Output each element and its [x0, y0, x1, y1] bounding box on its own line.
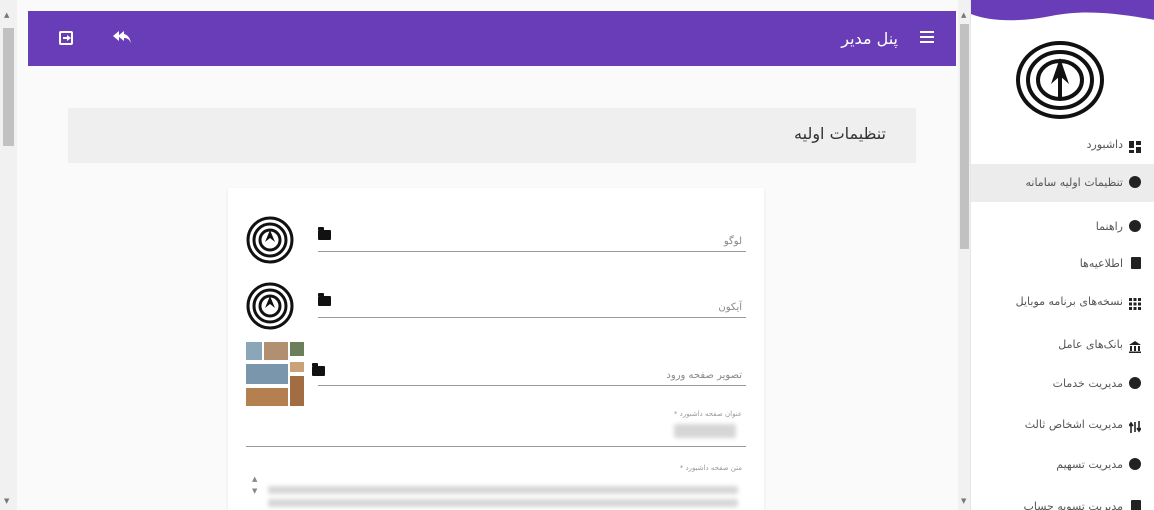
settings-form-card: لوگو آیکون تصویر صفحه ورود عنوان صفحه دا… [228, 188, 764, 510]
page-header: تنظیمات اولیه [68, 108, 916, 163]
sidebar-item-label: تنظیمات اولیه سامانه [1025, 176, 1124, 189]
share-icon [1129, 458, 1141, 470]
settings-circle-icon [1129, 176, 1141, 188]
icon-preview-image [246, 282, 294, 330]
textarea-scroll-up-icon[interactable]: ▲ [252, 476, 257, 483]
login-image-upload-field[interactable]: تصویر صفحه ورود [246, 340, 746, 406]
login-image-label: تصویر صفحه ورود [666, 370, 742, 381]
panel-title: پنل مدیر [841, 29, 898, 48]
sidebar-item-label: مدیریت اشخاص ثالث [1024, 418, 1123, 431]
logo-upload-field[interactable]: لوگو [246, 216, 746, 264]
login-image-field-underline [318, 385, 746, 386]
services-icon [1129, 377, 1141, 389]
scrollbar-thumb[interactable] [960, 24, 969, 249]
icon-upload-field[interactable]: آیکون [246, 282, 746, 330]
logo-preview-image [246, 216, 294, 264]
sidebar-wave-decoration [971, 0, 1154, 21]
clipboard-icon [1131, 257, 1141, 269]
bank-icon [1129, 338, 1141, 353]
organization-logo [1016, 41, 1104, 119]
sidebar-item-initial-settings[interactable]: تنظیمات اولیه سامانه [971, 164, 1154, 202]
top-app-bar: پنل مدیر [28, 11, 956, 66]
sidebar-item-label: مدیریت خدمات [1052, 377, 1123, 390]
icon-label: آیکون [718, 302, 742, 313]
sidebar-item-services[interactable]: مدیریت خدمات [971, 365, 1154, 403]
sidebar-item-announcements[interactable]: اطلاعیه‌ها [971, 245, 1154, 283]
sidebar-item-label: نسخه‌های برنامه موبایل [1015, 295, 1123, 308]
hamburger-menu-icon[interactable] [920, 31, 934, 43]
login-image-thumbnails [246, 340, 308, 406]
sidebar-item-settlement[interactable]: مدیریت تسویه حساب [971, 488, 1154, 510]
sidebar-item-label: اطلاعیه‌ها [1079, 257, 1123, 270]
settlement-icon [1131, 500, 1141, 510]
reply-all-icon[interactable] [112, 30, 132, 44]
scroll-down-arrow-icon[interactable]: ▼ [961, 498, 966, 505]
folder-icon[interactable] [318, 293, 331, 306]
icon-field-underline [318, 317, 746, 318]
scroll-up-arrow-icon[interactable]: ▲ [961, 12, 966, 19]
sidebar-item-dashboard[interactable]: داشبورد [971, 126, 1154, 164]
sidebar-item-mobile-versions[interactable]: نسخه‌های برنامه موبایل [971, 283, 1154, 321]
dashboard-text-input[interactable] [268, 486, 738, 494]
exit-icon[interactable] [59, 31, 73, 45]
folder-icon[interactable] [318, 227, 331, 240]
sidebar-item-banks[interactable]: بانک‌های عامل [971, 326, 1154, 364]
textarea-scroll-down-icon[interactable]: ▼ [252, 488, 257, 495]
dashboard-title-underline [246, 446, 746, 447]
sidebar-item-sharing[interactable]: مدیریت تسهیم [971, 446, 1154, 484]
sidebar-item-label: مدیریت تسهیم [1056, 458, 1123, 471]
main-scrollbar[interactable]: ▲ ▼ [0, 0, 17, 510]
sidebar-item-label: بانک‌های عامل [1058, 338, 1123, 351]
dashboard-text-label: متن صفحه داشبورد * [679, 464, 742, 472]
scroll-up-arrow-icon[interactable]: ▲ [4, 12, 9, 19]
page-title: تنظیمات اولیه [794, 124, 886, 143]
grid-apps-icon [1129, 295, 1141, 310]
scroll-down-arrow-icon[interactable]: ▼ [4, 498, 9, 505]
main-content: ▲ ▼ پنل مدیر تنظیمات اولیه لوگو آیکون تص… [0, 0, 960, 510]
dashboard-title-label: عنوان صفحه داشبورد * [673, 410, 742, 418]
sidebar-item-label: داشبورد [1086, 138, 1123, 151]
folder-icon[interactable] [312, 363, 325, 376]
sidebar-item-help[interactable]: راهنما [971, 208, 1154, 246]
scrollbar-thumb[interactable] [3, 28, 14, 146]
third-party-icon [1128, 418, 1142, 433]
sidebar-item-label: راهنما [1095, 220, 1123, 233]
dashboard-title-input[interactable] [674, 424, 736, 438]
logo-label: لوگو [723, 236, 742, 247]
sidebar: داشبورد تنظیمات اولیه سامانه راهنما اطلا… [970, 0, 1154, 510]
sidebar-item-third-parties[interactable]: مدیریت اشخاص ثالث [971, 406, 1154, 444]
logo-field-underline [318, 251, 746, 252]
dashboard-text-input-line2 [268, 499, 738, 507]
help-icon [1129, 220, 1141, 232]
sidebar-item-label: مدیریت تسویه حساب [1023, 500, 1124, 510]
dashboard-icon [1129, 138, 1141, 153]
